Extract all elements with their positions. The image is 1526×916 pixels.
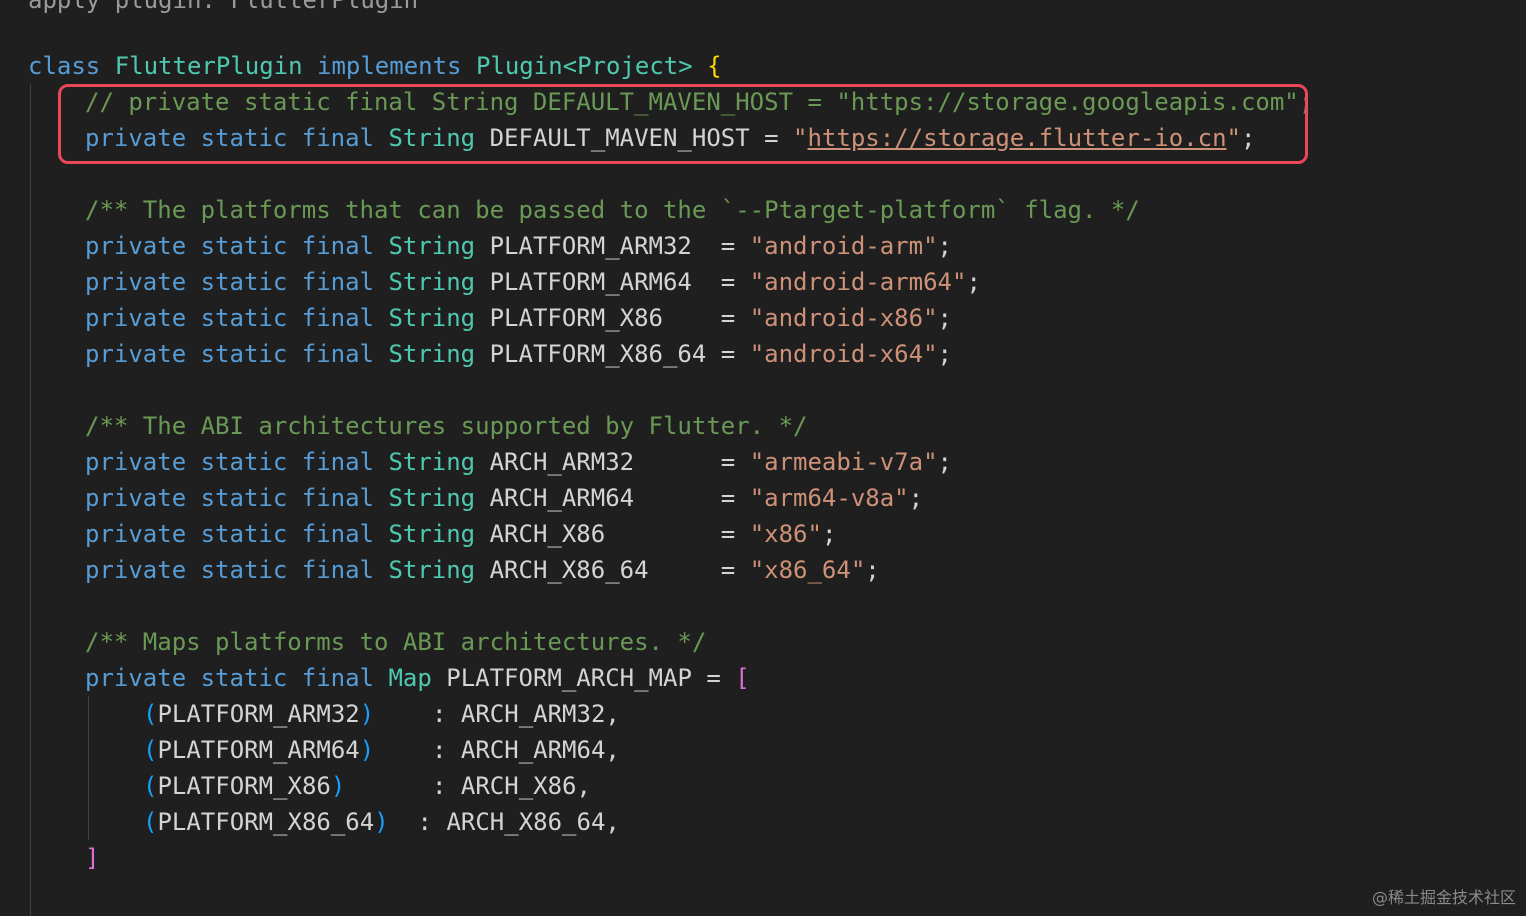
code-line-map-entry: (PLATFORM_ARM32) : ARCH_ARM32, — [143, 696, 620, 732]
paren-open: ( — [143, 700, 158, 728]
map-separator: : — [374, 736, 461, 764]
semicolon: ; — [966, 268, 981, 296]
type-string: String — [388, 520, 476, 548]
modifiers: private static final — [85, 484, 374, 512]
type-string: String — [388, 484, 476, 512]
modifiers: private static final — [85, 664, 374, 692]
paren-close: ) — [359, 736, 375, 764]
map-separator: : — [388, 808, 447, 836]
modifiers: private static final — [85, 268, 374, 296]
code-editor[interactable]: apply plugin: FlutterPlugin class Flutte… — [0, 0, 1526, 916]
map-value: ARCH_X86, — [460, 772, 591, 800]
field-name: PLATFORM_ARCH_MAP = — [446, 664, 721, 692]
semicolon: ; — [937, 232, 952, 260]
code-line-partial: apply plugin: FlutterPlugin — [28, 0, 419, 14]
paren-open: ( — [143, 808, 158, 836]
modifiers: private static final — [85, 304, 374, 332]
class-name: FlutterPlugin — [114, 52, 303, 80]
map-key: PLATFORM_X86 — [157, 772, 331, 800]
semicolon: ; — [908, 484, 924, 512]
code-comment-abi: /** The ABI architectures supported by F… — [85, 412, 808, 440]
code-line-arch: private static final String ARCH_X86_64 … — [85, 552, 880, 588]
field-name: ARCH_ARM64 = — [489, 484, 736, 512]
indent-guide-outer — [30, 84, 31, 916]
open-bracket: [ — [735, 664, 750, 692]
code-comment-map: /** Maps platforms to ABI architectures.… — [85, 628, 707, 656]
type-string: String — [388, 232, 476, 260]
code-line-map-close: ] — [85, 840, 99, 876]
keyword-class: class — [28, 52, 101, 80]
map-key: PLATFORM_ARM32 — [157, 700, 360, 728]
type-map: Map — [388, 664, 432, 692]
field-name: PLATFORM_X86 = — [489, 304, 736, 332]
field-name: PLATFORM_X86_64 = — [489, 340, 736, 368]
code-line-map-entry: (PLATFORM_ARM64) : ARCH_ARM64, — [143, 732, 620, 768]
code-line-platform: private static final String PLATFORM_ARM… — [85, 264, 981, 300]
field-name: ARCH_ARM32 = — [489, 448, 736, 476]
semicolon: ; — [821, 520, 837, 548]
field-name: PLATFORM_ARM32 = — [489, 232, 736, 260]
modifiers: private static final — [85, 556, 374, 584]
close-bracket: ] — [85, 844, 100, 872]
code-line-arch: private static final String ARCH_X86 = "… — [85, 516, 836, 552]
keyword-implements: implements — [317, 52, 462, 80]
map-value: ARCH_ARM32, — [460, 700, 620, 728]
modifiers: private static final — [85, 520, 374, 548]
code-line-map-decl: private static final Map PLATFORM_ARCH_M… — [85, 660, 750, 696]
map-separator: : — [374, 700, 461, 728]
paren-open: ( — [143, 736, 158, 764]
interface-name: Plugin<Project> — [475, 52, 693, 80]
string-value: "android-x64" — [749, 340, 938, 368]
type-string: String — [388, 340, 476, 368]
map-key: PLATFORM_ARM64 — [157, 736, 360, 764]
type-string: String — [388, 556, 476, 584]
paren-close: ) — [374, 808, 389, 836]
map-separator: : — [345, 772, 461, 800]
string-value: "android-x86" — [749, 304, 938, 332]
code-line-arch: private static final String ARCH_ARM32 =… — [85, 444, 952, 480]
modifiers: private static final — [85, 340, 374, 368]
highlight-annotation-box — [58, 84, 1308, 164]
map-value: ARCH_ARM64, — [460, 736, 620, 764]
map-value: ARCH_X86_64, — [446, 808, 620, 836]
open-brace: { — [707, 52, 722, 80]
paren-open: ( — [143, 772, 158, 800]
semicolon: ; — [937, 448, 952, 476]
type-string: String — [388, 268, 476, 296]
modifiers: private static final — [85, 448, 374, 476]
type-string: String — [388, 304, 476, 332]
field-name: PLATFORM_ARM64 = — [489, 268, 736, 296]
semicolon: ; — [937, 304, 952, 332]
paren-close: ) — [359, 700, 375, 728]
indent-guide-inner — [88, 696, 89, 840]
string-value: "android-arm" — [749, 232, 938, 260]
watermark: @稀土掘金技术社区 — [1371, 888, 1516, 907]
map-key: PLATFORM_X86_64 — [157, 808, 375, 836]
string-value: "x86" — [749, 520, 822, 548]
field-name: ARCH_X86_64 = — [489, 556, 736, 584]
paren-close: ) — [330, 772, 346, 800]
semicolon: ; — [865, 556, 880, 584]
type-string: String — [388, 448, 476, 476]
string-value: "arm64-v8a" — [749, 484, 909, 512]
code-line-platform: private static final String PLATFORM_X86… — [85, 300, 952, 336]
string-value: "android-arm64" — [749, 268, 967, 296]
semicolon: ; — [937, 340, 952, 368]
string-value: "armeabi-v7a" — [749, 448, 938, 476]
code-line-class-decl: class FlutterPlugin implements Plugin<Pr… — [28, 48, 722, 84]
code-line-map-entry: (PLATFORM_X86) : ARCH_X86, — [143, 768, 591, 804]
string-value: "x86_64" — [749, 556, 866, 584]
code-line-platform: private static final String PLATFORM_ARM… — [85, 228, 952, 264]
code-line-platform: private static final String PLATFORM_X86… — [85, 336, 952, 372]
code-comment-platforms: /** The platforms that can be passed to … — [85, 196, 1140, 224]
code-line-arch: private static final String ARCH_ARM64 =… — [85, 480, 923, 516]
code-line-map-entry: (PLATFORM_X86_64) : ARCH_X86_64, — [143, 804, 620, 840]
field-name: ARCH_X86 = — [489, 520, 736, 548]
modifiers: private static final — [85, 232, 374, 260]
